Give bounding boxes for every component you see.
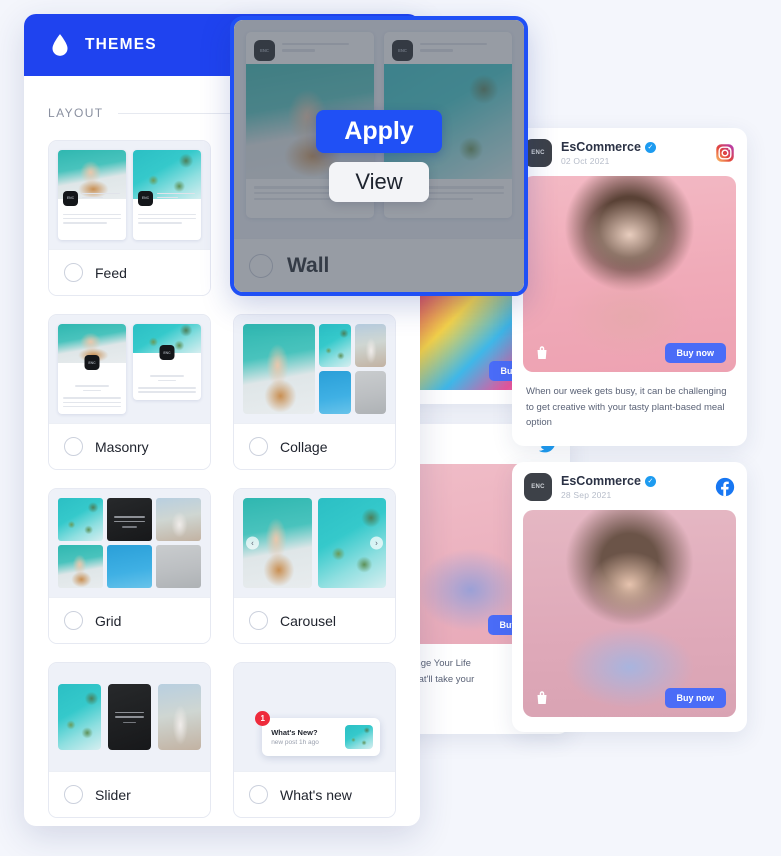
layout-preview-feed: ENC ENC xyxy=(49,141,210,249)
whatsnew-subtitle: new post 1h ago xyxy=(271,739,319,746)
page-title: THEMES xyxy=(85,36,157,53)
layout-label: Feed xyxy=(95,264,127,281)
layout-card-feed[interactable]: ENC ENC Feed xyxy=(48,140,211,296)
post-media: Buy now xyxy=(523,510,736,717)
carousel-prev-icon[interactable]: ‹ xyxy=(246,536,259,550)
post-date: 28 Sep 2021 xyxy=(561,490,612,500)
post-photo xyxy=(523,510,736,717)
preview-post: ENC xyxy=(133,150,201,240)
shopping-bag-icon xyxy=(533,689,551,707)
layout-preview-whatsnew: 1 What's New? new post 1h ago xyxy=(234,663,395,771)
layout-card-footer: Collage xyxy=(234,423,395,469)
layout-preview-slider xyxy=(49,663,210,771)
notification-badge: 1 xyxy=(255,711,271,726)
verified-badge-icon: ✓ xyxy=(644,475,656,487)
layout-label: Masonry xyxy=(95,438,149,455)
apply-button[interactable]: Apply xyxy=(316,110,442,153)
carousel-next-icon[interactable]: › xyxy=(370,536,383,550)
layout-card-footer: Masonry xyxy=(49,423,210,469)
post-header: ENC EsCommerce ✓ 28 Sep 2021 xyxy=(512,462,747,510)
shopping-bag-icon xyxy=(533,344,551,362)
layout-label: Collage xyxy=(280,438,328,455)
instagram-icon xyxy=(715,143,735,163)
radio-masonry[interactable] xyxy=(64,437,83,456)
layout-card-footer: Carousel xyxy=(234,597,395,643)
layout-preview-masonry: ENC ENC xyxy=(49,315,210,423)
buy-now-button[interactable]: Buy now xyxy=(664,343,726,363)
radio-whatsnew[interactable] xyxy=(249,785,268,804)
author-name: EsCommerce xyxy=(561,474,641,488)
layout-card-wall-highlighted[interactable]: ENC ENC xyxy=(230,16,528,296)
layout-card-slider[interactable]: Slider xyxy=(48,662,211,818)
layout-label: Grid xyxy=(95,612,122,629)
avatar: ENC xyxy=(524,139,552,167)
post-author: EsCommerce ✓ 02 Oct 2021 xyxy=(561,140,706,166)
layout-card-masonry[interactable]: ENC ENC Masonry xyxy=(48,314,211,470)
radio-grid[interactable] xyxy=(64,611,83,630)
post-caption: When our week gets busy, it can be chall… xyxy=(526,386,727,429)
verified-badge-icon: ✓ xyxy=(644,141,656,153)
preview-post: ENC xyxy=(133,324,201,400)
social-card-instagram[interactable]: ENC EsCommerce ✓ 02 Oct 2021 Buy now Whe… xyxy=(512,128,747,446)
app-screen: Buy now Buy now Change Your Life as that… xyxy=(0,0,781,856)
layout-card-footer: Slider xyxy=(49,771,210,817)
section-label: LAYOUT xyxy=(48,106,104,120)
whatsnew-popup: 1 What's New? new post 1h ago xyxy=(255,711,380,756)
layout-label: What's new xyxy=(280,786,352,803)
whatsnew-thumbnail xyxy=(345,725,373,749)
layout-card-footer: What's new xyxy=(234,771,395,817)
preview-post: ENC xyxy=(58,324,126,414)
radio-collage[interactable] xyxy=(249,437,268,456)
radio-feed[interactable] xyxy=(64,263,83,282)
view-button[interactable]: View xyxy=(329,162,429,202)
post-header: ENC EsCommerce ✓ 02 Oct 2021 xyxy=(512,128,747,176)
layout-card-collage[interactable]: Collage xyxy=(233,314,396,470)
layout-preview-carousel: ‹ › xyxy=(234,489,395,597)
facebook-icon xyxy=(715,477,735,497)
avatar: ENC xyxy=(524,473,552,501)
post-media: Buy now xyxy=(523,176,736,372)
radio-slider[interactable] xyxy=(64,785,83,804)
layout-card-grid[interactable]: Grid xyxy=(48,488,211,644)
layout-card-carousel[interactable]: ‹ › Carousel xyxy=(233,488,396,644)
hover-action-overlay: Apply View xyxy=(234,20,524,292)
layout-card-footer: Feed xyxy=(49,249,210,295)
buy-now-button[interactable]: Buy now xyxy=(664,688,726,708)
whatsnew-title: What's New? xyxy=(271,728,318,737)
layout-card-whatsnew[interactable]: 1 What's New? new post 1h ago What's new xyxy=(233,662,396,818)
layout-card-footer: Grid xyxy=(49,597,210,643)
layout-label: Carousel xyxy=(280,612,337,629)
post-date: 02 Oct 2021 xyxy=(561,156,610,166)
preview-post: ENC xyxy=(58,150,126,240)
social-card-facebook[interactable]: ENC EsCommerce ✓ 28 Sep 2021 Buy now xyxy=(512,462,747,732)
author-name: EsCommerce xyxy=(561,140,641,154)
layout-preview-grid xyxy=(49,489,210,597)
layout-label: Slider xyxy=(95,786,131,803)
radio-carousel[interactable] xyxy=(249,611,268,630)
layout-preview-collage xyxy=(234,315,395,423)
post-author: EsCommerce ✓ 28 Sep 2021 xyxy=(561,474,706,500)
water-drop-icon xyxy=(50,33,70,57)
